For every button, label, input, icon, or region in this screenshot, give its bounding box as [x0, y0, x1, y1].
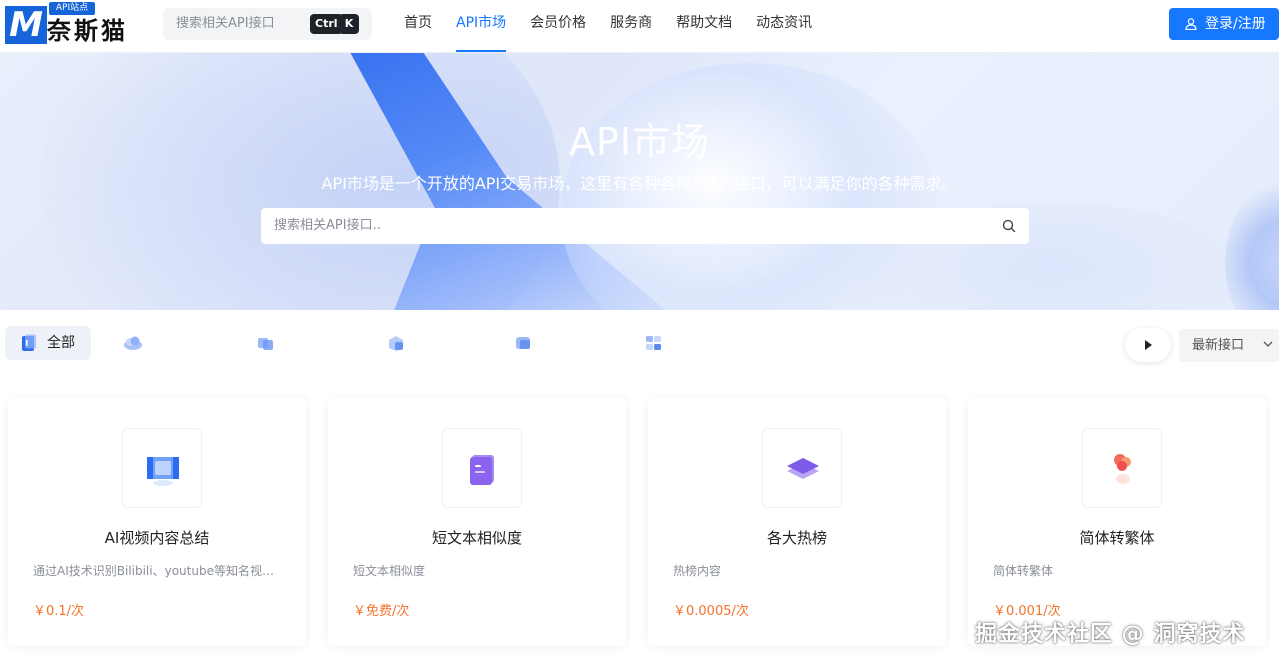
sort-select-value: 最新接口 [1192, 338, 1245, 353]
document-icon [470, 455, 494, 485]
cube-icon[interactable] [255, 334, 277, 352]
api-card-title: 简体转繁体 [1079, 529, 1155, 547]
nav-membership-pricing[interactable]: 会员价格 [518, 0, 598, 53]
api-card[interactable]: 简体转繁体 简体转繁体 ￥0.001/次 [968, 398, 1266, 646]
search-icon[interactable] [1002, 219, 1016, 233]
nav-help-docs[interactable]: 帮助文档 [664, 0, 744, 53]
api-card-title: 各大热榜 [766, 529, 827, 547]
api-card-description: 热榜内容 [673, 564, 722, 578]
watermark: 掘金技术社区 @ 洞窝技术 [975, 622, 1246, 647]
hero-title: API市场 [568, 120, 711, 164]
login-register-label: 登录/注册 [1205, 16, 1266, 32]
user-icon [1185, 18, 1197, 30]
login-register-button[interactable]: 登录/注册 [1169, 8, 1279, 40]
site-logo[interactable]: M API站点 奈斯猫 [5, 2, 135, 46]
all-category-icon [22, 334, 36, 351]
header-search-input[interactable]: 搜索相关API接口 Ctrl K [163, 8, 372, 40]
hero-search-input[interactable]: 搜索相关API接口.. [261, 208, 1029, 244]
hero-subtitle: API市场是一个开放的API交易市场，这里有各种各样的API接口，可以满足你的各… [321, 174, 958, 193]
category-all-label: 全部 [47, 335, 75, 351]
api-card-icon-box [1082, 428, 1162, 508]
shortcut-ctrl-key: Ctrl [310, 14, 343, 34]
api-card-icon-box [122, 428, 202, 508]
package-icon[interactable] [385, 334, 407, 352]
play-icon [1145, 340, 1152, 350]
nav-news[interactable]: 动态资讯 [744, 0, 824, 53]
api-card[interactable]: AI视频内容总结 通过AI技术识别Bilibili、youtube等知名视频平台… [8, 398, 306, 646]
grid-icon[interactable] [643, 334, 665, 352]
top-header: M API站点 奈斯猫 搜索相关API接口 Ctrl K 首页 API市场 会员… [0, 0, 1279, 53]
main-nav: 首页 API市场 会员价格 服务商 帮助文档 动态资讯 [392, 0, 824, 53]
cloud-icon[interactable] [122, 334, 144, 352]
api-card-description: 简体转繁体 [993, 564, 1054, 578]
logo-name: 奈斯猫 [47, 17, 128, 45]
api-card-title: AI视频内容总结 [104, 529, 210, 547]
api-card-price: ￥免费/次 [353, 604, 410, 619]
sort-select[interactable]: 最新接口 [1179, 329, 1279, 362]
header-search-placeholder: 搜索相关API接口 [176, 16, 275, 31]
api-card-icon-box [762, 428, 842, 508]
logo-mark: M [5, 6, 47, 44]
video-icon [147, 457, 179, 486]
chevron-down-icon [1263, 341, 1273, 347]
box-icon[interactable] [513, 334, 535, 352]
api-card[interactable]: 各大热榜 热榜内容 ￥0.0005/次 [648, 398, 946, 646]
api-card[interactable]: 短文本相似度 短文本相似度 ￥免费/次 [328, 398, 626, 646]
nav-service-providers[interactable]: 服务商 [598, 0, 664, 53]
nav-api-market[interactable]: API市场 [444, 0, 518, 53]
logo-tag: API站点 [49, 2, 95, 15]
api-card-description: 短文本相似度 [353, 564, 426, 578]
layers-icon [787, 458, 819, 479]
shortcut-k-key: K [339, 14, 359, 34]
nav-home[interactable]: 首页 [392, 0, 444, 53]
api-card-price: ￥0.0005/次 [673, 604, 749, 619]
api-card-icon-box [442, 428, 522, 508]
hero-search-placeholder: 搜索相关API接口.. [274, 218, 381, 233]
play-button[interactable] [1125, 328, 1171, 362]
category-all[interactable]: 全部 [5, 326, 91, 360]
api-card-price: ￥0.1/次 [33, 604, 85, 619]
api-card-title: 短文本相似度 [431, 529, 522, 547]
translate-icon [1114, 454, 1131, 484]
hero-banner: API市场 API市场是一个开放的API交易市场，这里有各种各样的API接口，可… [0, 53, 1279, 310]
api-card-description: 通过AI技术识别Bilibili、youtube等知名视频平台的视频内容并进行总… [33, 564, 283, 578]
